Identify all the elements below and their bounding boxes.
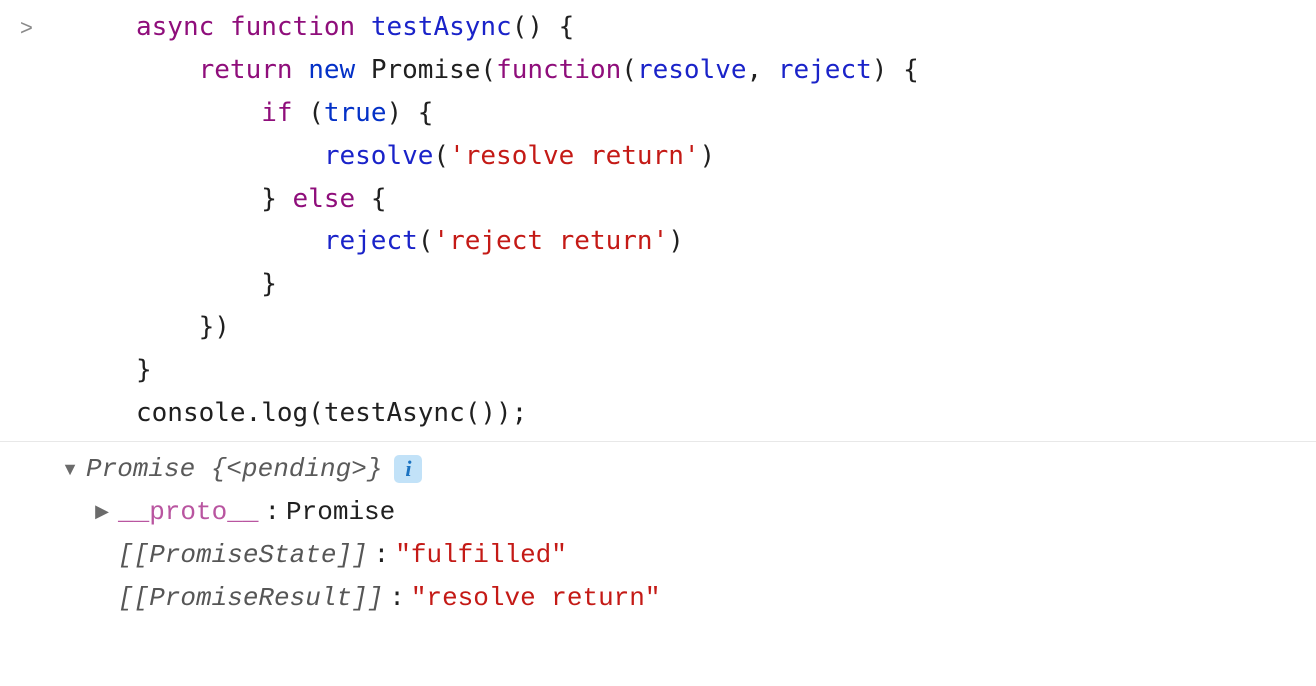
promise-state-line[interactable]: [[PromiseState]]: "fulfilled" [60,534,661,577]
output-gutter [6,448,56,452]
promise-result-value: "resolve return" [411,577,661,620]
console-input-row: > async function testAsync() { return ne… [0,0,1316,442]
true-keyword: true [324,98,387,128]
function-keyword: function [496,55,621,85]
function-keyword: function [230,12,355,42]
console-output-row: ▼ Promise {<pending>} i ▶ __proto__: Pro… [0,442,1316,626]
promise-result-key: [[PromiseResult]] [118,577,383,620]
code-text: { [355,184,386,214]
code-text: }) [199,312,230,342]
object-preview-line[interactable]: ▼ Promise {<pending>} i [60,448,661,491]
code-text: Promise( [371,55,496,85]
code-text: ( [621,55,637,85]
object-preview: Promise {<pending>} [86,448,382,491]
proto-line[interactable]: ▶ __proto__: Promise [60,491,661,534]
code-text: ( [433,141,449,171]
prop-sep: : [389,577,405,620]
if-keyword: if [261,98,292,128]
expand-toggle-icon[interactable]: ▼ [60,455,80,485]
code-input[interactable]: async function testAsync() { return new … [56,6,919,435]
promise-result-line[interactable]: [[PromiseResult]]: "resolve return" [60,577,661,620]
prop-sep: : [264,491,280,534]
proto-key: __proto__ [118,491,258,534]
code-text: ) [700,141,716,171]
code-text: ) [668,226,684,256]
code-text: ) { [872,55,919,85]
code-text: ) { [386,98,433,128]
code-text: } [261,269,277,299]
code-text: () { [512,12,575,42]
promise-state-key: [[PromiseState]] [118,534,368,577]
async-keyword: async [136,12,214,42]
info-icon[interactable]: i [394,455,422,483]
code-text: ( [418,226,434,256]
code-text: } [136,355,152,385]
code-text: console.log(testAsync()); [136,398,527,428]
param-reject: reject [778,55,872,85]
prompt-icon: > [20,10,33,46]
new-keyword: new [308,55,355,85]
string-literal: 'resolve return' [449,141,699,171]
code-text: } [261,184,292,214]
else-keyword: else [293,184,356,214]
resolve-call: resolve [324,141,434,171]
return-keyword: return [199,55,293,85]
prop-sep: : [374,534,390,577]
reject-call: reject [324,226,418,256]
proto-value: Promise [286,491,395,534]
function-name: testAsync [371,12,512,42]
expand-toggle-icon[interactable]: ▶ [92,497,112,527]
input-gutter: > [6,6,56,46]
string-literal: 'reject return' [433,226,668,256]
param-resolve: resolve [637,55,747,85]
code-text: ( [293,98,324,128]
object-tree: ▼ Promise {<pending>} i ▶ __proto__: Pro… [56,448,661,620]
promise-state-value: "fulfilled" [395,534,567,577]
